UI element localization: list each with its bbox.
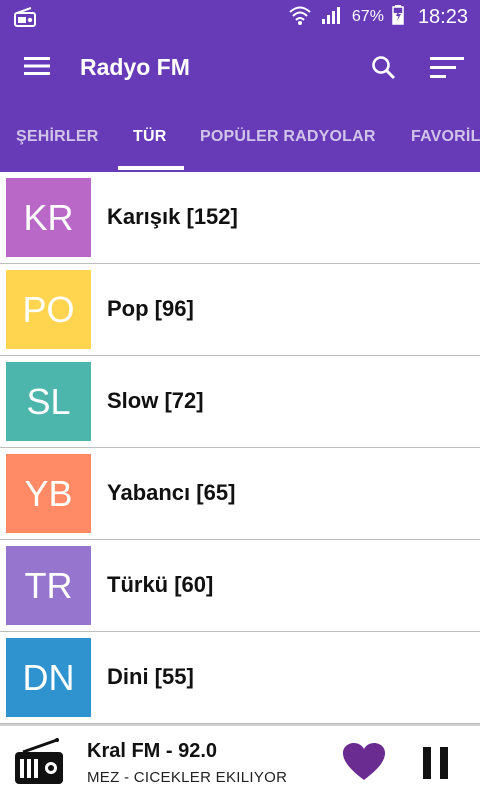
- genre-list: KR Karışık [152] PO Pop [96] SL Slow [72…: [0, 172, 480, 724]
- list-item[interactable]: PO Pop [96]: [0, 264, 480, 356]
- radio-notification-icon: [14, 7, 36, 32]
- genre-label: Dini [55]: [107, 664, 194, 689]
- list-item[interactable]: YB Yabancı [65]: [0, 448, 480, 540]
- search-icon[interactable]: [370, 54, 398, 87]
- app-bar: Radyo FM: [0, 34, 480, 102]
- tab-popular-radios[interactable]: POPÜLER RADYOLAR: [200, 128, 376, 146]
- battery-percent: 67%: [351, 8, 384, 25]
- wifi-icon: [288, 4, 312, 31]
- genre-badge: TR: [6, 546, 91, 625]
- genre-label: Türkü [60]: [107, 572, 214, 597]
- battery-icon: [392, 4, 404, 30]
- sort-icon[interactable]: [430, 56, 464, 85]
- genre-badge: YB: [6, 454, 91, 533]
- tab-bar: ŞEHİRLER TÜR POPÜLER RADYOLAR FAVORİLER: [0, 102, 480, 172]
- favorite-heart-icon[interactable]: [342, 742, 386, 787]
- genre-label: Pop [96]: [107, 296, 194, 321]
- menu-icon[interactable]: [24, 56, 50, 81]
- list-item[interactable]: KR Karışık [152]: [0, 172, 480, 264]
- tab-cities[interactable]: ŞEHİRLER: [16, 128, 99, 146]
- genre-badge: DN: [6, 638, 91, 717]
- song-ticker: MEZ - CICEKLER EKILIYOR: [87, 769, 288, 786]
- genre-badge: KR: [6, 178, 91, 257]
- tab-favorites[interactable]: FAVORİLER: [411, 128, 480, 146]
- page-title: Radyo FM: [80, 54, 190, 80]
- status-bar: 67% 18:23: [0, 0, 480, 34]
- genre-label: Yabancı [65]: [107, 480, 236, 505]
- signal-icon: [320, 5, 344, 30]
- active-tab-indicator: [118, 166, 184, 170]
- genre-label: Slow [72]: [107, 388, 204, 413]
- list-item[interactable]: SL Slow [72]: [0, 356, 480, 448]
- clock: 18:23: [417, 5, 468, 28]
- genre-badge: SL: [6, 362, 91, 441]
- list-item[interactable]: DN Dini [55]: [0, 632, 480, 724]
- list-item[interactable]: TR Türkü [60]: [0, 540, 480, 632]
- station-name: Kral FM - 92.0: [87, 740, 218, 762]
- mini-player[interactable]: Kral FM - 92.0 MEZ - CICEKLER EKILIYOR: [0, 724, 480, 800]
- genre-badge: PO: [6, 270, 91, 349]
- radio-icon: [13, 738, 65, 791]
- tab-genre[interactable]: TÜR: [133, 128, 166, 146]
- genre-label: Karışık [152]: [107, 204, 238, 229]
- pause-icon[interactable]: [421, 746, 451, 785]
